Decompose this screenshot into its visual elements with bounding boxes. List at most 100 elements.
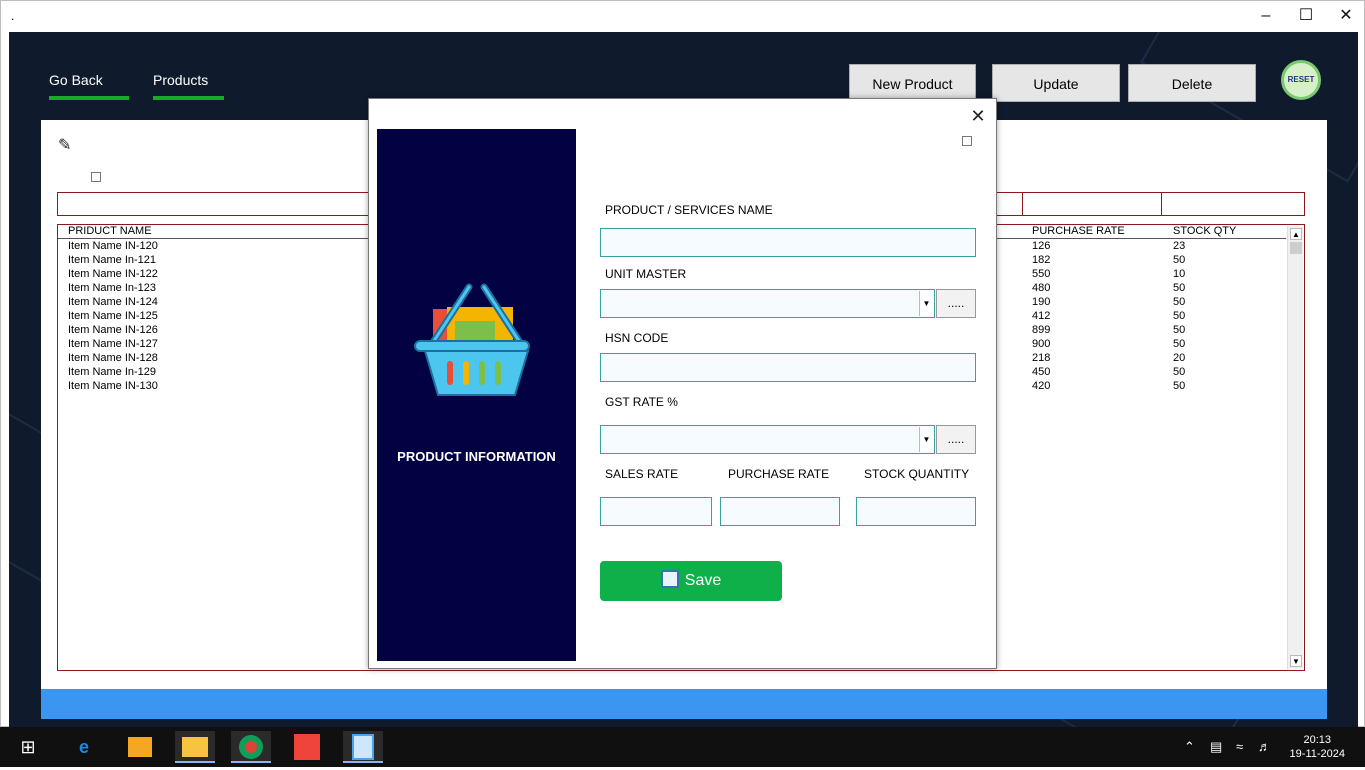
list-cell: 420 — [1032, 380, 1051, 392]
status-bar — [41, 689, 1327, 719]
volume-icon[interactable]: ♬ — [1258, 739, 1271, 754]
purchase-rate-input[interactable] — [720, 497, 840, 526]
sales-rate-input[interactable] — [600, 497, 712, 526]
stock-qty-label: STOCK QUANTITY — [864, 467, 970, 481]
list-item[interactable]: Item Name IN-124 — [68, 295, 158, 309]
list-item[interactable]: Item Name IN-122 — [68, 267, 158, 281]
gst-more-button[interactable]: ..... — [936, 425, 976, 454]
filter-divider — [1022, 193, 1023, 215]
unit-select[interactable]: ▼ — [600, 289, 935, 318]
product-dialog: ✕ PRODUCT INFORMATION PRODUCT / SERVICES… — [368, 98, 997, 669]
list-scrollbar[interactable]: ▲ ▼ — [1287, 226, 1303, 669]
notification-icon[interactable]: ▤ — [1210, 739, 1222, 755]
dialog-checkbox[interactable] — [962, 136, 972, 146]
header-product-name: PRIDUCT NAME — [68, 225, 152, 237]
hsn-label: HSN CODE — [605, 331, 669, 345]
chrome-icon[interactable] — [231, 731, 271, 763]
maximize-icon[interactable]: ☐ — [1286, 1, 1326, 31]
clock-date: 19-11-2024 — [1289, 748, 1345, 760]
list-item[interactable]: Item Name IN-120 — [68, 239, 158, 253]
purchase-rate-column: 126 182 550 480 190 412 899 900 218 450 … — [1032, 239, 1050, 393]
list-cell: 50 — [1173, 380, 1186, 392]
name-label: PRODUCT / SERVICES NAME — [605, 203, 773, 217]
file-explorer-icon[interactable] — [175, 731, 215, 763]
list-item[interactable]: Item Name IN-125 — [68, 309, 158, 323]
close-icon[interactable]: ✕ — [1326, 1, 1365, 31]
list-item[interactable]: Item Name IN-126 — [68, 323, 158, 337]
title-bar: . – ☐ ✕ — [1, 1, 1364, 31]
minimize-icon[interactable]: – — [1246, 1, 1286, 31]
new-product-button[interactable]: New Product — [849, 64, 976, 102]
side-panel: PRODUCT INFORMATION — [377, 129, 576, 661]
list-cell: 412 — [1032, 310, 1051, 322]
list-cell: 218 — [1032, 352, 1051, 364]
chevron-down-icon[interactable]: ▼ — [919, 291, 933, 316]
network-icon[interactable]: ≈ — [1236, 739, 1243, 754]
list-cell: 450 — [1032, 366, 1051, 378]
select-checkbox[interactable] — [91, 172, 101, 182]
list-cell: 190 — [1032, 296, 1051, 308]
list-cell: 899 — [1032, 324, 1051, 336]
go-back-link[interactable]: Go Back — [49, 72, 103, 88]
list-cell: 480 — [1032, 282, 1051, 294]
unit-label: UNIT MASTER — [605, 267, 687, 281]
products-link[interactable]: Products — [153, 72, 208, 88]
list-cell: 50 — [1173, 366, 1186, 378]
filter-divider — [1161, 193, 1162, 215]
delete-button[interactable]: Delete — [1128, 64, 1256, 102]
list-cell: 550 — [1032, 268, 1051, 280]
list-cell: 50 — [1173, 338, 1186, 350]
list-cell: 182 — [1032, 254, 1051, 266]
chevron-up-icon[interactable]: ⌃ — [1184, 739, 1195, 755]
windows-start-icon[interactable]: ⊞ — [8, 731, 48, 763]
name-input[interactable] — [600, 228, 976, 257]
list-cell: 50 — [1173, 310, 1186, 322]
media-player-icon[interactable] — [120, 731, 160, 763]
update-button[interactable]: Update — [992, 64, 1120, 102]
unit-more-button[interactable]: ..... — [936, 289, 976, 318]
pencil-icon[interactable]: ✎ — [58, 135, 71, 155]
scroll-down-icon[interactable]: ▼ — [1290, 655, 1302, 667]
list-cell: 50 — [1173, 254, 1186, 266]
gst-label: GST RATE % — [605, 395, 678, 409]
scroll-thumb[interactable] — [1290, 242, 1302, 254]
list-cell: 50 — [1173, 324, 1186, 336]
clock[interactable]: 20:13 19-11-2024 — [1290, 733, 1345, 761]
taskbar: ⊞ e ⌃ ▤ ≈ ♬ 20:13 19-11-2024 — [0, 727, 1365, 767]
list-cell: 10 — [1173, 268, 1186, 280]
basket-icon — [414, 283, 530, 396]
hsn-input[interactable] — [600, 353, 976, 382]
list-cell: 50 — [1173, 296, 1186, 308]
list-item[interactable]: Item Name In-123 — [68, 281, 158, 295]
header-purchase-rate: PURCHASE RATE — [1032, 225, 1125, 237]
save-button[interactable]: Save — [600, 561, 782, 601]
products-underline — [153, 96, 224, 100]
clock-time: 20:13 — [1303, 734, 1332, 746]
name-column: Item Name IN-120 Item Name In-121 Item N… — [68, 239, 158, 393]
list-cell: 20 — [1173, 352, 1186, 364]
go-back-underline — [49, 96, 129, 100]
list-cell: 900 — [1032, 338, 1051, 350]
excel-vba-app-icon[interactable] — [343, 731, 383, 763]
sales-rate-label: SALES RATE — [605, 467, 679, 481]
list-item[interactable]: Item Name In-121 — [68, 253, 158, 267]
chevron-down-icon[interactable]: ▼ — [919, 427, 933, 452]
floppy-disk-icon — [660, 569, 679, 588]
list-item[interactable]: Item Name IN-127 — [68, 337, 158, 351]
list-cell: 23 — [1173, 240, 1186, 252]
save-button-label: Save — [684, 572, 722, 589]
scroll-up-icon[interactable]: ▲ — [1290, 228, 1302, 240]
list-item[interactable]: Item Name In-129 — [68, 365, 158, 379]
list-item[interactable]: Item Name IN-130 — [68, 379, 158, 393]
list-cell: 50 — [1173, 282, 1186, 294]
anydesk-icon[interactable] — [287, 731, 327, 763]
stock-qty-input[interactable] — [856, 497, 976, 526]
purchase-rate-label: PURCHASE RATE — [728, 467, 830, 481]
close-icon[interactable]: ✕ — [967, 105, 989, 127]
list-item[interactable]: Item Name IN-128 — [68, 351, 158, 365]
reset-button[interactable]: RESET — [1281, 60, 1321, 100]
list-cell: 126 — [1032, 240, 1051, 252]
stock-qty-column: 23 50 10 50 50 50 50 50 20 50 50 — [1173, 239, 1185, 393]
gst-select[interactable]: ▼ — [600, 425, 935, 454]
edge-icon[interactable]: e — [64, 731, 104, 763]
